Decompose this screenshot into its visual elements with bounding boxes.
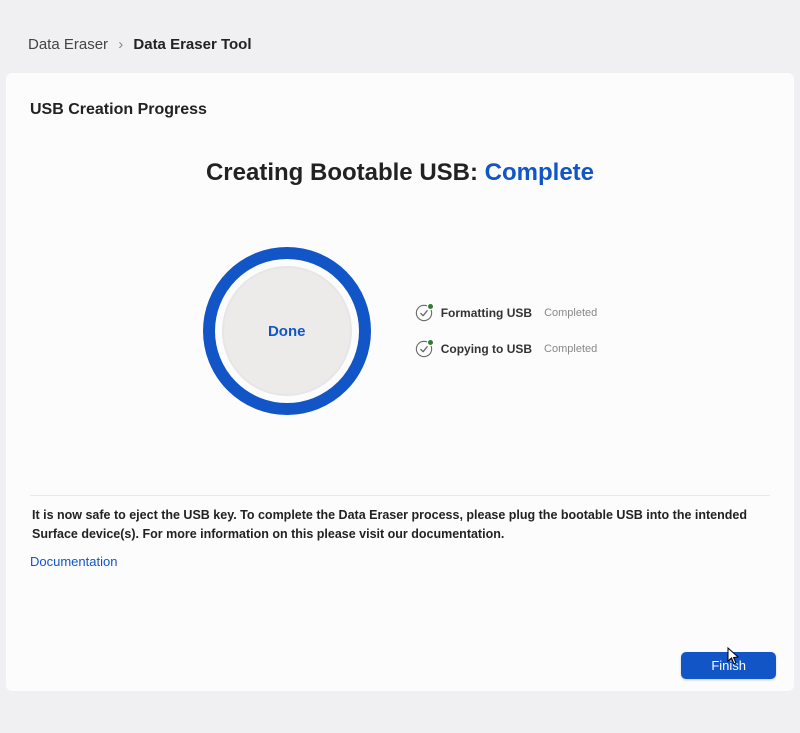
section-title: USB Creation Progress	[30, 101, 770, 119]
status-dot-icon	[427, 339, 434, 346]
progress-area: Done Formatting USB Completed	[30, 247, 770, 415]
step-label: Formatting USB	[441, 306, 532, 320]
page-title: Creating Bootable USB: Complete	[30, 159, 770, 187]
step-status: Completed	[544, 343, 597, 355]
breadcrumb: Data Eraser › Data Eraser Tool	[0, 0, 800, 73]
check-circle-icon	[415, 340, 433, 358]
steps-list: Formatting USB Completed Copying to USB …	[415, 304, 598, 358]
main-card: USB Creation Progress Creating Bootable …	[6, 73, 794, 691]
info-text: It is now safe to eject the USB key. To …	[30, 495, 770, 544]
documentation-link[interactable]: Documentation	[30, 554, 117, 569]
progress-circle-label: Done	[268, 323, 306, 340]
title-status: Complete	[485, 159, 594, 186]
step-label: Copying to USB	[441, 342, 532, 356]
footer-actions: Finish	[681, 652, 776, 679]
progress-circle: Done	[203, 247, 371, 415]
breadcrumb-current: Data Eraser Tool	[133, 36, 251, 53]
breadcrumb-separator: ›	[118, 36, 123, 53]
breadcrumb-parent[interactable]: Data Eraser	[28, 36, 108, 53]
title-prefix: Creating Bootable USB:	[206, 159, 478, 186]
step-copying: Copying to USB Completed	[415, 340, 598, 358]
check-circle-icon	[415, 304, 433, 322]
finish-button[interactable]: Finish	[681, 652, 776, 679]
step-formatting: Formatting USB Completed	[415, 304, 598, 322]
step-status: Completed	[544, 307, 597, 319]
status-dot-icon	[427, 303, 434, 310]
